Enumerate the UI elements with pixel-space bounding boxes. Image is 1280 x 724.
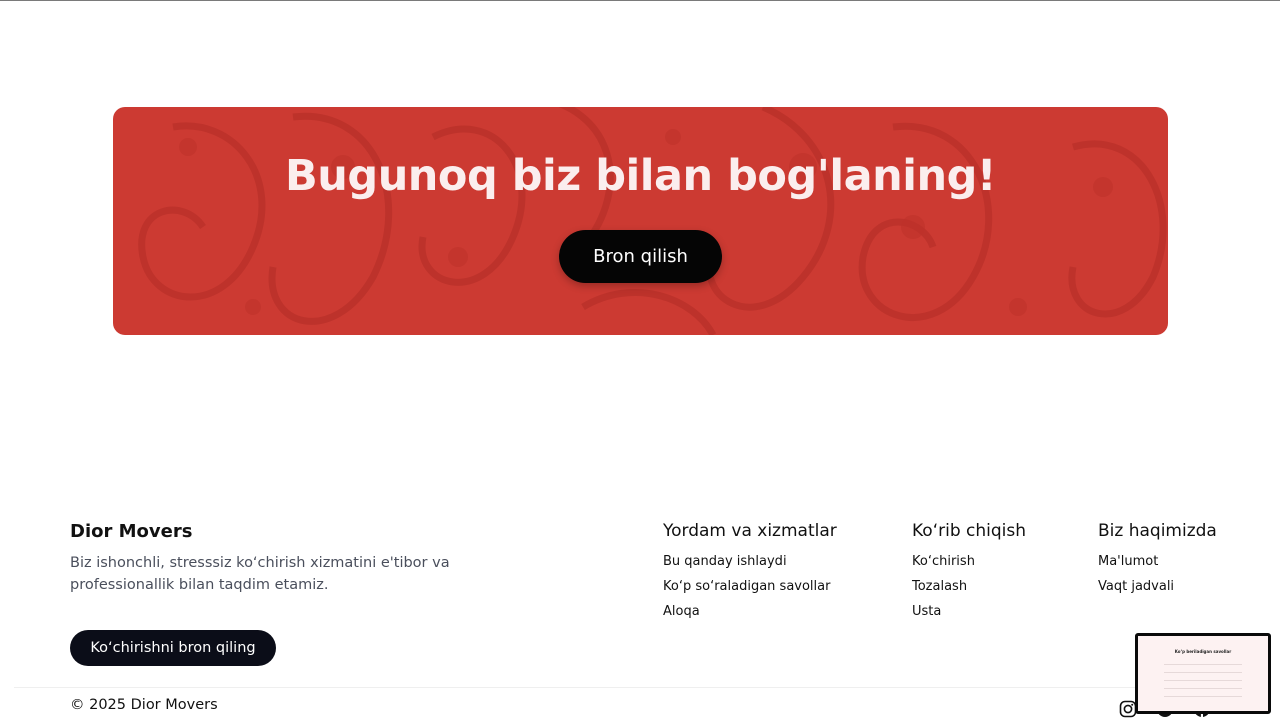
cta-banner: Bugunoq biz bilan bog'laning! Bron qilis… [113,107,1168,335]
footer-divider [14,687,1266,688]
top-divider [0,0,1280,1]
page-preview-thumbnail[interactable]: Ko‘p beriladigan savollar [1135,633,1271,714]
footer-column-title: Yordam va xizmatlar [663,521,837,541]
footer-link-schedule[interactable]: Vaqt jadvali [1098,578,1217,603]
preview-row [1164,692,1242,697]
book-now-button[interactable]: Bron qilish [559,230,722,283]
footer-column-title: Biz haqimizda [1098,521,1217,541]
book-move-button[interactable]: Ko‘chirishni bron qiling [70,630,276,666]
footer-link-info[interactable]: Ma'lumot [1098,553,1217,578]
footer-brand-title: Dior Movers [70,521,193,542]
footer-link-faq[interactable]: Ko‘p so‘raladigan savollar [663,578,837,603]
footer-column-help: Yordam va xizmatlar Bu qanday ishlaydi K… [663,521,837,628]
preview-heading: Ko‘p beriladigan savollar [1174,649,1232,654]
cta-title: Bugunoq biz bilan bog'laning! [285,151,996,201]
footer-column-about: Biz haqimizda Ma'lumot Vaqt jadvali [1098,521,1217,603]
preview-row [1164,684,1242,689]
preview-row [1164,668,1242,673]
paisley-pattern [138,107,1167,335]
footer-column-title: Ko‘rib chiqish [912,521,1027,541]
footer-link-cleaning[interactable]: Tozalash [912,578,1026,603]
preview-row [1164,676,1242,681]
copyright-text: © 2025 Dior Movers [70,697,218,713]
footer-link-handyman[interactable]: Usta [912,603,1026,628]
footer-link-contact[interactable]: Aloqa [663,603,837,628]
preview-row [1164,660,1242,665]
footer-link-moving[interactable]: Ko‘chirish [912,553,1026,578]
footer-brand-description: Biz ishonchli, stresssiz ko‘chirish xizm… [70,555,450,593]
footer-column-services: Ko‘rib chiqish Ko‘chirish Tozalash Usta [912,521,1026,628]
footer-link-how-it-works[interactable]: Bu qanday ishlaydi [663,553,837,578]
